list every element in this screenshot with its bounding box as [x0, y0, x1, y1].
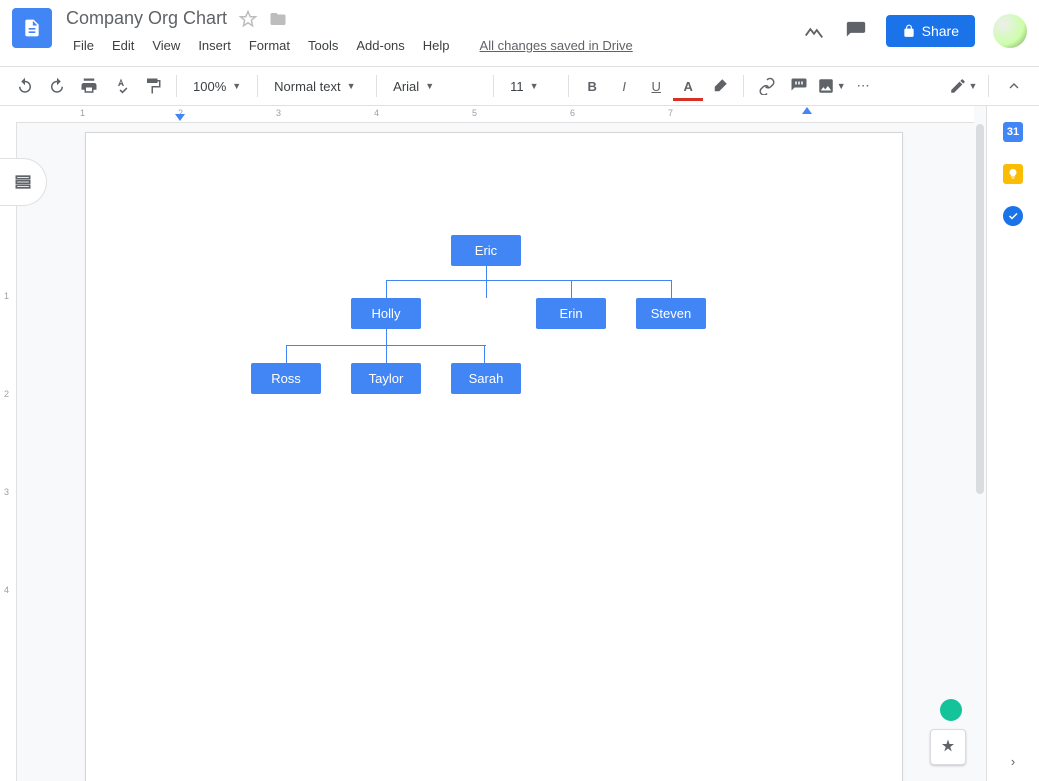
org-node-ross[interactable]: Ross [251, 363, 321, 394]
underline-button[interactable]: U [641, 71, 671, 101]
editing-mode-button[interactable]: ▼ [948, 71, 978, 101]
paint-format-button[interactable] [138, 71, 168, 101]
side-panel: 31 › [986, 106, 1039, 781]
menu-insert[interactable]: Insert [191, 35, 238, 56]
undo-button[interactable] [10, 71, 40, 101]
org-node-erin[interactable]: Erin [536, 298, 606, 329]
more-tools-button[interactable]: ⋯ [848, 71, 878, 101]
size-value: 11 [510, 79, 524, 94]
org-node-sarah[interactable]: Sarah [451, 363, 521, 394]
activity-icon[interactable] [802, 19, 826, 43]
org-node-taylor[interactable]: Taylor [351, 363, 421, 394]
save-status[interactable]: All changes saved in Drive [473, 35, 640, 56]
account-avatar[interactable] [993, 14, 1027, 48]
lock-icon [902, 24, 916, 38]
org-chart[interactable]: Eric Holly Erin Steven Ross Taylor Sarah [256, 235, 796, 435]
comment-button[interactable] [784, 71, 814, 101]
horizontal-ruler[interactable]: 1 2 3 4 5 6 7 [0, 106, 974, 123]
zoom-value: 100% [193, 79, 226, 94]
menu-file[interactable]: File [66, 35, 101, 56]
document-title[interactable]: Company Org Chart [66, 8, 227, 29]
font-value: Arial [393, 79, 419, 94]
highlight-button[interactable] [705, 71, 735, 101]
share-label: Share [922, 23, 959, 39]
style-value: Normal text [274, 79, 340, 94]
collapse-toolbar-button[interactable] [999, 71, 1029, 101]
toolbar: 100%▼ Normal text▼ Arial▼ 11▼ B I U A ▼ … [0, 67, 1039, 106]
outline-toggle[interactable] [0, 158, 47, 206]
font-combo[interactable]: Arial▼ [385, 71, 485, 101]
italic-button[interactable]: I [609, 71, 639, 101]
calendar-addon-icon[interactable]: 31 [1003, 122, 1023, 142]
org-node-steven[interactable]: Steven [636, 298, 706, 329]
menu-view[interactable]: View [145, 35, 187, 56]
workspace: 1 2 3 4 5 6 7 1 2 3 4 [0, 106, 1039, 781]
style-combo[interactable]: Normal text▼ [266, 71, 368, 101]
vertical-scrollbar[interactable] [976, 124, 984, 494]
link-button[interactable] [752, 71, 782, 101]
comments-icon[interactable] [844, 19, 868, 43]
keep-addon-icon[interactable] [1003, 164, 1023, 184]
spellcheck-button[interactable] [106, 71, 136, 101]
org-node-eric[interactable]: Eric [451, 235, 521, 266]
titlebar: Company Org Chart File Edit View Insert … [0, 0, 1039, 67]
document-page[interactable]: Eric Holly Erin Steven Ross Taylor Sarah [85, 132, 903, 781]
menu-format[interactable]: Format [242, 35, 297, 56]
print-button[interactable] [74, 71, 104, 101]
sidepanel-expand-icon[interactable]: › [1011, 754, 1015, 769]
canvas[interactable]: 1 2 3 4 5 6 7 1 2 3 4 [0, 106, 986, 781]
star-icon[interactable] [239, 10, 257, 28]
tasks-addon-icon[interactable] [1003, 206, 1023, 226]
indent-marker-right[interactable] [802, 107, 812, 114]
menu-tools[interactable]: Tools [301, 35, 345, 56]
menu-help[interactable]: Help [416, 35, 457, 56]
vertical-ruler[interactable]: 1 2 3 4 [0, 122, 17, 781]
menu-edit[interactable]: Edit [105, 35, 141, 56]
image-button[interactable]: ▼ [816, 71, 846, 101]
share-button[interactable]: Share [886, 15, 975, 47]
org-node-holly[interactable]: Holly [351, 298, 421, 329]
indent-marker-left[interactable] [175, 114, 185, 121]
redo-button[interactable] [42, 71, 72, 101]
bold-button[interactable]: B [577, 71, 607, 101]
move-folder-icon[interactable] [269, 10, 287, 28]
zoom-combo[interactable]: 100%▼ [185, 71, 249, 101]
size-combo[interactable]: 11▼ [502, 71, 560, 101]
menubar: File Edit View Insert Format Tools Add-o… [66, 35, 802, 56]
menu-addons[interactable]: Add-ons [349, 35, 411, 56]
grammarly-icon[interactable] [940, 699, 962, 721]
explore-button[interactable] [930, 729, 966, 765]
title-area: Company Org Chart File Edit View Insert … [66, 8, 802, 56]
text-color-button[interactable]: A [673, 71, 703, 101]
docs-home-icon[interactable] [12, 8, 52, 48]
